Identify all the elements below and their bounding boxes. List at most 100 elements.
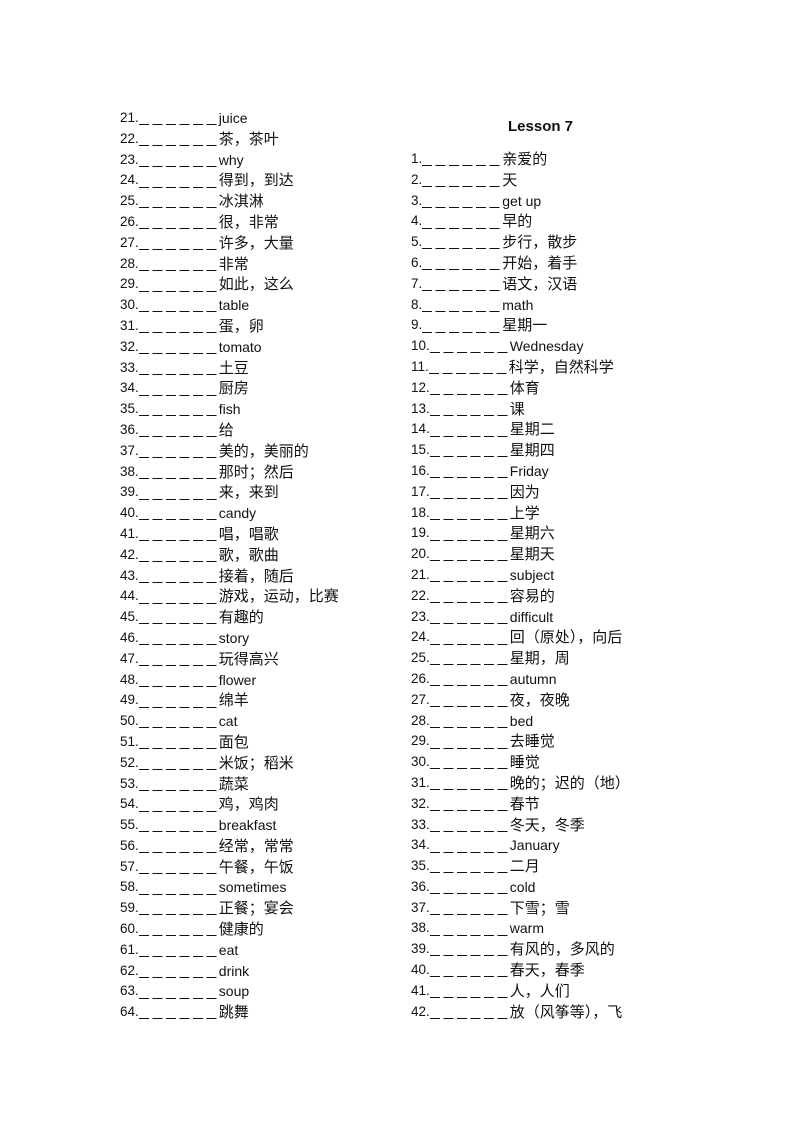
answer-blank[interactable] <box>429 797 510 812</box>
answer-blank[interactable] <box>138 423 219 438</box>
answer-blank[interactable] <box>422 152 503 167</box>
answer-blank[interactable] <box>138 256 219 271</box>
answer-blank[interactable] <box>138 111 219 126</box>
answer-blank[interactable] <box>138 568 219 583</box>
answer-blank[interactable] <box>138 652 219 667</box>
item-number: 27. <box>120 234 139 250</box>
answer-blank[interactable] <box>138 381 219 396</box>
answer-blank[interactable] <box>138 901 219 916</box>
item-term: 星期六 <box>509 524 555 543</box>
answer-blank[interactable] <box>422 235 503 250</box>
answer-blank[interactable] <box>138 485 219 500</box>
answer-blank[interactable] <box>429 526 510 541</box>
item-number: 41. <box>411 982 430 998</box>
answer-blank[interactable] <box>422 256 503 271</box>
answer-blank[interactable] <box>429 464 510 479</box>
answer-blank[interactable] <box>429 693 510 708</box>
answer-blank[interactable] <box>429 547 510 562</box>
answer-blank[interactable] <box>138 776 219 791</box>
answer-blank[interactable] <box>138 1005 219 1020</box>
answer-blank[interactable] <box>429 630 510 645</box>
answer-blank[interactable] <box>429 859 510 874</box>
answer-blank[interactable] <box>138 444 219 459</box>
answer-blank[interactable] <box>429 776 510 791</box>
answer-blank[interactable] <box>138 589 219 604</box>
answer-blank[interactable] <box>138 340 219 355</box>
answer-blank[interactable] <box>429 672 510 687</box>
vocabulary-item: 15. 星期四 <box>411 440 630 461</box>
answer-blank[interactable] <box>138 236 219 251</box>
answer-blank[interactable] <box>138 173 219 188</box>
answer-blank[interactable] <box>138 984 219 999</box>
answer-blank[interactable] <box>138 839 219 854</box>
answer-blank[interactable] <box>429 589 510 604</box>
item-number: 47. <box>120 650 139 666</box>
answer-blank[interactable] <box>138 943 219 958</box>
item-term: 去睡觉 <box>509 732 555 751</box>
answer-blank[interactable] <box>138 735 219 750</box>
answer-blank[interactable] <box>138 527 219 542</box>
answer-blank[interactable] <box>422 297 503 312</box>
answer-blank[interactable] <box>138 194 219 209</box>
answer-blank[interactable] <box>138 152 219 167</box>
item-number: 11. <box>411 358 429 374</box>
item-term: Friday <box>509 462 549 479</box>
vocabulary-item: 29. 如此，这么 <box>120 274 339 295</box>
answer-blank[interactable] <box>429 443 510 458</box>
answer-blank[interactable] <box>429 422 510 437</box>
answer-blank[interactable] <box>422 193 503 208</box>
answer-blank[interactable] <box>138 464 219 479</box>
answer-blank[interactable] <box>429 942 510 957</box>
answer-blank[interactable] <box>422 277 503 292</box>
answer-blank[interactable] <box>429 838 510 853</box>
answer-blank[interactable] <box>138 360 219 375</box>
answer-blank[interactable] <box>138 610 219 625</box>
answer-blank[interactable] <box>429 1005 510 1020</box>
answer-blank[interactable] <box>138 402 219 417</box>
answer-blank[interactable] <box>429 713 510 728</box>
answer-blank[interactable] <box>138 964 219 979</box>
answer-blank[interactable] <box>429 734 510 749</box>
answer-blank[interactable] <box>138 756 219 771</box>
answer-blank[interactable] <box>429 651 510 666</box>
item-term: 跳舞 <box>218 1003 249 1022</box>
answer-blank[interactable] <box>428 360 509 375</box>
answer-blank[interactable] <box>138 714 219 729</box>
answer-blank[interactable] <box>138 277 219 292</box>
answer-blank[interactable] <box>138 922 219 937</box>
answer-blank[interactable] <box>138 298 219 313</box>
answer-blank[interactable] <box>138 693 219 708</box>
answer-blank[interactable] <box>422 214 503 229</box>
item-term: 体育 <box>509 378 540 397</box>
answer-blank[interactable] <box>429 485 510 500</box>
answer-blank[interactable] <box>429 817 510 832</box>
answer-blank[interactable] <box>138 880 219 895</box>
answer-blank[interactable] <box>138 797 219 812</box>
answer-blank[interactable] <box>429 755 510 770</box>
answer-blank[interactable] <box>138 319 219 334</box>
answer-blank[interactable] <box>429 984 510 999</box>
item-number: 36. <box>120 421 139 437</box>
answer-blank[interactable] <box>138 132 219 147</box>
answer-blank[interactable] <box>138 818 219 833</box>
answer-blank[interactable] <box>429 339 510 354</box>
answer-blank[interactable] <box>429 880 510 895</box>
answer-blank[interactable] <box>429 401 510 416</box>
answer-blank[interactable] <box>429 505 510 520</box>
answer-blank[interactable] <box>429 963 510 978</box>
answer-blank[interactable] <box>138 506 219 521</box>
item-number: 19. <box>411 525 430 541</box>
answer-blank[interactable] <box>429 568 510 583</box>
answer-blank[interactable] <box>429 381 510 396</box>
answer-blank[interactable] <box>138 548 219 563</box>
answer-blank[interactable] <box>429 921 510 936</box>
answer-blank[interactable] <box>429 901 510 916</box>
answer-blank[interactable] <box>138 215 219 230</box>
answer-blank[interactable] <box>429 609 510 624</box>
answer-blank[interactable] <box>422 173 503 188</box>
answer-blank[interactable] <box>138 672 219 687</box>
item-number: 30. <box>120 297 139 313</box>
answer-blank[interactable] <box>138 860 219 875</box>
answer-blank[interactable] <box>422 318 503 333</box>
answer-blank[interactable] <box>138 631 219 646</box>
